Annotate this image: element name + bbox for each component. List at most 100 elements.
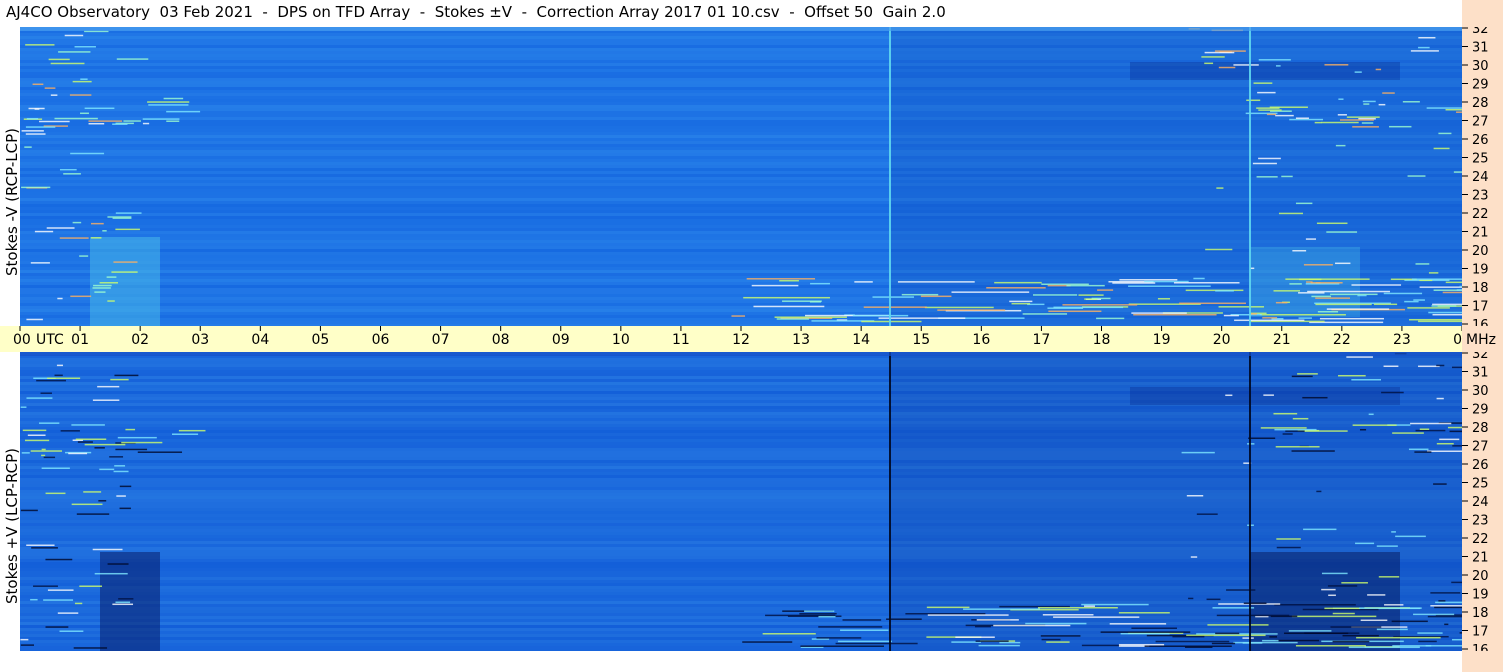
spectrogram-streak [1391, 620, 1428, 623]
spectrogram-streak [1436, 364, 1445, 367]
spectrogram-streak [26, 397, 53, 399]
spectrogram-streak [1411, 278, 1462, 280]
spectrogram-streak [1338, 98, 1344, 100]
spectrogram-streak [1246, 99, 1261, 102]
spectrogram-streak [975, 640, 1009, 642]
spectrogram-streak [1315, 303, 1372, 306]
spectrogram-streak [1410, 50, 1439, 52]
spectrogram-streak [111, 271, 138, 273]
spectrogram-streak [993, 624, 1071, 627]
spectrogram-streak [1321, 588, 1336, 591]
spectrogram-region [90, 237, 160, 326]
spectrogram-streak [99, 468, 115, 471]
spectrogram-streak [1332, 612, 1355, 615]
spectrogram-streak [1431, 305, 1457, 307]
spectrogram-streak [1392, 645, 1432, 647]
spectrogram-streak [810, 282, 830, 285]
spectrogram-streak [27, 434, 46, 437]
y-tick-label: 19 [1472, 263, 1489, 278]
y-tick-label: 30 [1472, 59, 1489, 74]
spectrogram-streak [64, 34, 84, 37]
spectrogram-streak [1427, 615, 1462, 618]
y-tick-label: 32 [1472, 352, 1489, 362]
spectrogram-streak [43, 456, 56, 459]
spectrogram-streak [1315, 297, 1350, 299]
spectrogram-streak [1214, 50, 1246, 52]
spectrogram-streak [30, 598, 38, 601]
spectrogram-streak [94, 572, 128, 575]
spectrogram-top-image [20, 27, 1462, 326]
spectrogram-streak [937, 309, 1006, 311]
spectrogram-streak [1112, 282, 1156, 284]
spectrogram-streak [1119, 279, 1178, 281]
spectrogram-streak [118, 598, 134, 600]
y-tick-label: 25 [1472, 152, 1489, 167]
spectrogram-streak [1348, 646, 1420, 649]
spectrogram-streak [1250, 313, 1257, 315]
frequency-axis-bottom: 32 31 30 29 28 27 26 25 24 23 22 21 20 19 18 17 16 [1462, 352, 1503, 651]
spectrogram-streak [47, 589, 74, 591]
y-tick-label: 29 [1472, 78, 1489, 93]
spectrogram-streak [166, 120, 180, 122]
spectrogram-streak [50, 94, 58, 96]
spectrogram-streak [1275, 301, 1288, 304]
x-tick-label: 23 [1393, 332, 1411, 348]
spectrogram-streak [25, 126, 56, 128]
spectrogram-streak [59, 630, 84, 632]
spectrogram-streak [1269, 636, 1278, 638]
spectrogram-streak [1445, 281, 1462, 284]
y-tick-label: 31 [1472, 41, 1489, 56]
spectrogram-streak [1428, 311, 1462, 314]
spectrogram-streak [1291, 375, 1313, 378]
spectrogram-streak [45, 558, 73, 561]
spectrogram-streak [1196, 513, 1218, 515]
spectrogram-streak [753, 305, 825, 308]
spectrogram-streak [1414, 451, 1432, 453]
spectrogram-streak [20, 509, 38, 512]
spectrogram-streak [1451, 581, 1462, 584]
spectrogram-streak [1096, 317, 1125, 320]
spectrogram-streak [54, 374, 63, 377]
spectrogram-streak [1205, 248, 1233, 251]
spectrogram-band [20, 27, 1462, 31]
spectrogram-streak [963, 608, 1041, 610]
y-tick-label: 18 [1472, 606, 1489, 621]
spectrogram-streak [1327, 585, 1358, 587]
spectrogram-streak [26, 318, 43, 321]
spectrogram-streak [1233, 64, 1259, 66]
spectrogram-streak [1389, 125, 1412, 128]
spectrogram-streak [1297, 373, 1318, 375]
spectrogram-streak [1275, 446, 1320, 448]
spectrogram-streak [1321, 121, 1359, 124]
spectrogram-streak [1383, 365, 1399, 368]
spectrogram-streak [1215, 290, 1234, 292]
spectrogram-streak [1118, 643, 1165, 646]
spectrogram-top-panel [20, 27, 1462, 326]
spectrogram-streak [872, 296, 915, 298]
spectrogram-streak [1415, 429, 1446, 432]
spectrogram-streak [1216, 614, 1290, 617]
spectrogram-vertical-line [1249, 352, 1251, 651]
spectrogram-streak [1212, 607, 1255, 609]
spectrogram-streak [816, 637, 862, 639]
spectrogram-streak [1407, 175, 1426, 177]
spectrogram-streak [1100, 631, 1191, 633]
spectrogram-streak [779, 279, 799, 282]
spectrogram-streak [26, 544, 55, 546]
spectrogram-streak [1041, 283, 1089, 286]
spectrogram-streak [1295, 202, 1313, 205]
spectrogram-streak [1262, 639, 1279, 642]
spectrogram-streak [1332, 640, 1370, 643]
spectrogram-streak [1335, 262, 1351, 265]
spectrogram-streak [1407, 307, 1450, 309]
spectrogram-streak [1211, 642, 1236, 645]
spectrogram-streak [1292, 249, 1307, 252]
x-tick-label: 01 [71, 332, 89, 348]
spectrogram-streak [137, 451, 183, 453]
spectrogram-streak [79, 585, 103, 587]
spectrogram-streak [71, 503, 103, 506]
spectrogram-streak [1288, 630, 1332, 632]
spectrogram-streak [41, 454, 46, 457]
spectrogram-streak [1346, 116, 1380, 118]
spectrogram-streak [1438, 132, 1452, 135]
